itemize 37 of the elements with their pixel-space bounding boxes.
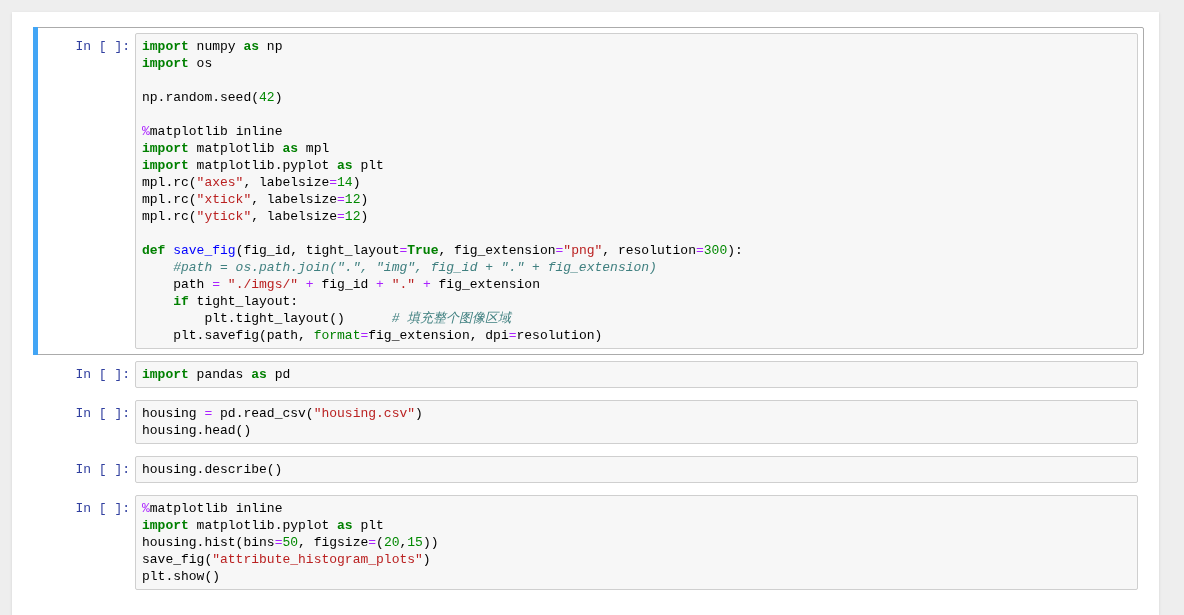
code-line: import matplotlib as mpl bbox=[142, 140, 331, 157]
code-line: save_fig("attribute_histogram_plots") bbox=[142, 551, 432, 568]
input-prompt: In [ ]: bbox=[74, 405, 131, 423]
code-line: plt.show() bbox=[142, 568, 221, 585]
notebook-cell[interactable]: In [ ]: housing.describe() bbox=[33, 450, 1144, 489]
code-input-area[interactable]: housing.describe() bbox=[135, 456, 1138, 483]
code-line: import os bbox=[142, 55, 214, 72]
code-line: path = "./imgs/" + fig_id + "." + fig_extension bbox=[172, 276, 541, 293]
code-line: np.random.seed(42) bbox=[142, 89, 284, 106]
code-input-area[interactable]: import pandas as pd bbox=[135, 361, 1138, 388]
input-prompt: In [ ]: bbox=[74, 366, 131, 384]
notebook-cell[interactable]: In [ ]: %matplotlib inline import matplotlib.pyplot as plt housing.hist(bins=50, figsize=(20,15)) save_fig("attribute_histogram_plots") plt.show() bbox=[33, 489, 1144, 596]
code-line: housing.describe() bbox=[142, 461, 284, 478]
code-line: #path = os.path.join(".", "img", fig_id + "." + fig_extension) bbox=[172, 259, 658, 276]
code-line: mpl.rc("ytick", labelsize=12) bbox=[142, 208, 370, 225]
code-line: mpl.rc("xtick", labelsize=12) bbox=[142, 191, 370, 208]
code-line: housing.head() bbox=[142, 422, 253, 439]
code-line: import matplotlib.pyplot as plt bbox=[142, 157, 385, 174]
code-line: def save_fig(fig_id, tight_layout=True, fig_extension="png", resolution=300): bbox=[142, 242, 744, 259]
code-line: %matplotlib inline bbox=[142, 500, 284, 517]
input-prompt: In [ ]: bbox=[74, 500, 131, 518]
code-line: mpl.rc("axes", labelsize=14) bbox=[142, 174, 362, 191]
code-line: if tight_layout: bbox=[172, 293, 300, 310]
code-line: import matplotlib.pyplot as plt bbox=[142, 517, 385, 534]
code-line: %matplotlib inline bbox=[142, 123, 284, 140]
code-line: import numpy as np bbox=[142, 38, 284, 55]
input-prompt: In [ ]: bbox=[74, 38, 131, 56]
code-line: plt.tight_layout() # 填充整个图像区域 bbox=[203, 310, 513, 327]
code-input-area[interactable]: %matplotlib inline import matplotlib.pyplot as plt housing.hist(bins=50, figsize=(20,15)) save_fig("attribute_histogram_plots") plt.show() bbox=[135, 495, 1138, 590]
notebook-cell[interactable]: In [ ]: housing = pd.read_csv("housing.csv") housing.head() bbox=[33, 394, 1144, 450]
notebook-cell[interactable]: In [ ]: import pandas as pd bbox=[33, 355, 1144, 394]
code-line: import pandas as pd bbox=[142, 366, 292, 383]
input-prompt: In [ ]: bbox=[74, 461, 131, 479]
code-line: housing.hist(bins=50, figsize=(20,15)) bbox=[142, 534, 440, 551]
code-line: housing = pd.read_csv("housing.csv") bbox=[142, 405, 424, 422]
code-input-area[interactable]: housing = pd.read_csv("housing.csv") housing.head() bbox=[135, 400, 1138, 444]
code-line: plt.savefig(path, format=fig_extension, dpi=resolution) bbox=[172, 327, 604, 344]
